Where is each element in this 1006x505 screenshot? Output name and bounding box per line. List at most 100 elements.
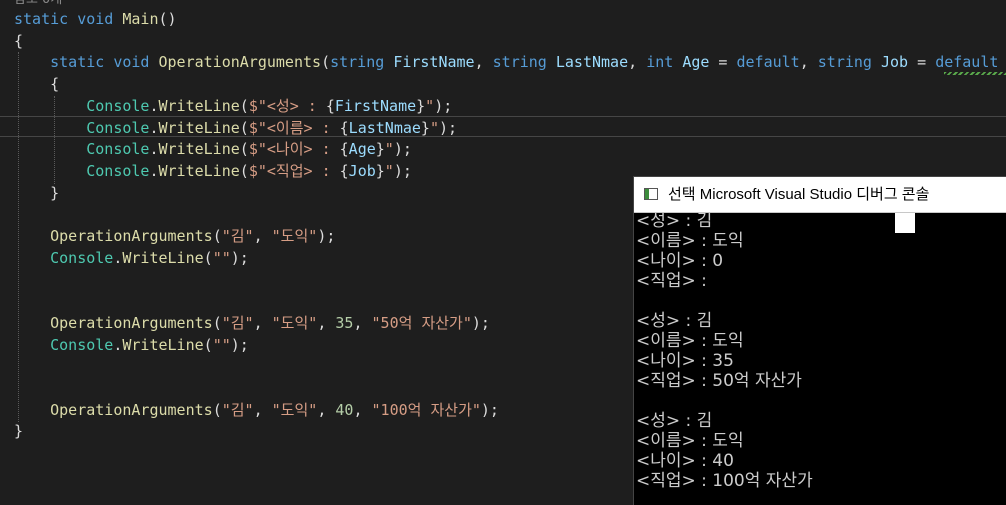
- code-token: .: [149, 161, 159, 180]
- code-token: WriteLine: [158, 118, 240, 137]
- code-token: static: [14, 10, 69, 28]
- console-caret: [895, 213, 915, 233]
- code-token: .: [149, 140, 159, 159]
- code-line: }: [14, 420, 23, 442]
- code-token: "50억 자산가": [371, 313, 472, 332]
- code-token: void: [113, 53, 150, 72]
- code-token: ,: [317, 313, 336, 332]
- console-line: <직업> : 50억 자산가: [636, 371, 802, 391]
- code-token: {: [14, 31, 24, 50]
- code-token: (: [239, 118, 249, 137]
- code-token: ,: [253, 227, 272, 245]
- code-token: WriteLine: [158, 140, 240, 159]
- console-line: <나이> : 40: [636, 451, 734, 471]
- code-token: Job: [348, 161, 376, 180]
- code-line: Console.WriteLine("");: [14, 334, 249, 356]
- code-token: {: [339, 140, 349, 159]
- console-line: <이름> : 도익: [636, 431, 744, 451]
- code-token: "도익": [271, 313, 318, 332]
- code-token: (: [239, 161, 249, 180]
- code-token: {: [325, 96, 335, 115]
- code-token: (: [321, 53, 331, 72]
- code-token: default: [736, 53, 800, 72]
- console-titlebar[interactable]: 선택 Microsoft Visual Studio 디버그 콘솔: [634, 177, 1006, 213]
- code-token: WriteLine: [158, 161, 240, 180]
- code-token: .: [149, 96, 159, 115]
- code-token: }: [14, 422, 24, 441]
- code-token: WriteLine: [122, 335, 204, 354]
- code-token: {: [339, 118, 349, 137]
- console-output[interactable]: <성> : 김 <이름> : 도익 <나이> : 0 <직업> : <성> : 김 <이름…: [634, 213, 1006, 505]
- code-token: Console: [86, 140, 150, 159]
- code-token: );: [393, 140, 412, 159]
- code-token: .: [149, 118, 159, 137]
- code-token: ": [384, 140, 394, 159]
- console-line: <직업> :: [636, 271, 707, 291]
- code-token: WriteLine: [158, 96, 240, 115]
- debug-console-window[interactable]: 선택 Microsoft Visual Studio 디버그 콘솔 <성> : …: [634, 177, 1006, 505]
- code-line: {: [14, 30, 23, 52]
- console-line: <성> : 김: [636, 311, 713, 331]
- code-token: OperationArguments: [50, 313, 213, 332]
- code-token: );: [317, 227, 336, 245]
- code-token: "도익": [271, 227, 318, 245]
- code-token: string: [330, 53, 385, 72]
- code-line: }: [14, 182, 59, 204]
- code-token: }: [416, 96, 426, 115]
- code-token: OperationArguments: [50, 400, 213, 419]
- code-token: );: [230, 248, 249, 267]
- code-token: ": [429, 118, 439, 137]
- code-token: $"<성> :: [248, 96, 326, 115]
- code-token: string: [492, 53, 547, 72]
- code-token: static: [50, 53, 105, 72]
- code-token: );: [230, 335, 249, 354]
- code-token: );: [434, 96, 453, 115]
- code-token: (: [239, 96, 249, 115]
- console-line: <나이> : 0: [636, 251, 724, 271]
- code-token: Console: [86, 118, 150, 137]
- code-token: OperationArguments: [50, 227, 213, 245]
- code-line: static void OperationArguments(string Fi…: [14, 51, 998, 73]
- code-token: (: [212, 313, 222, 332]
- code-token: {: [14, 75, 60, 94]
- code-token: FirstName: [393, 53, 475, 72]
- code-token: =: [908, 53, 936, 72]
- code-token: "김": [221, 313, 254, 332]
- code-token: Console: [50, 335, 114, 354]
- code-token: Main: [122, 10, 159, 28]
- code-token: =: [709, 53, 737, 72]
- code-token: "": [212, 248, 231, 267]
- code-token: (: [212, 227, 222, 245]
- code-token: Console: [86, 96, 150, 115]
- code-token: OperationArguments: [158, 53, 322, 72]
- code-token: ": [425, 96, 435, 115]
- warning-squiggle: [944, 72, 1006, 75]
- code-line: Console.WriteLine("");: [14, 247, 249, 269]
- code-token: LastNmae: [348, 118, 421, 137]
- console-title: 선택 Microsoft Visual Studio 디버그 콘솔: [668, 186, 930, 203]
- code-token: (: [203, 335, 213, 354]
- code-line: Console.WriteLine($"<성> : {FirstName}");: [14, 95, 452, 117]
- code-token: ,: [353, 313, 372, 332]
- code-token: ,: [253, 400, 272, 419]
- console-line: <이름> : 도익: [636, 331, 744, 351]
- console-line: <성> : 김: [636, 411, 713, 431]
- code-token: $"<직업> :: [248, 161, 340, 180]
- code-token: Age: [348, 140, 376, 159]
- code-token: {: [339, 161, 349, 180]
- console-line: <나이> : 35: [636, 351, 734, 371]
- code-token: ,: [353, 400, 372, 419]
- code-token: "김": [221, 227, 254, 245]
- code-line: Console.WriteLine($"<나이> : {Age}");: [14, 138, 412, 160]
- code-token: Job: [881, 53, 909, 72]
- code-line: OperationArguments("김", "도익", 40, "100억 …: [14, 399, 499, 421]
